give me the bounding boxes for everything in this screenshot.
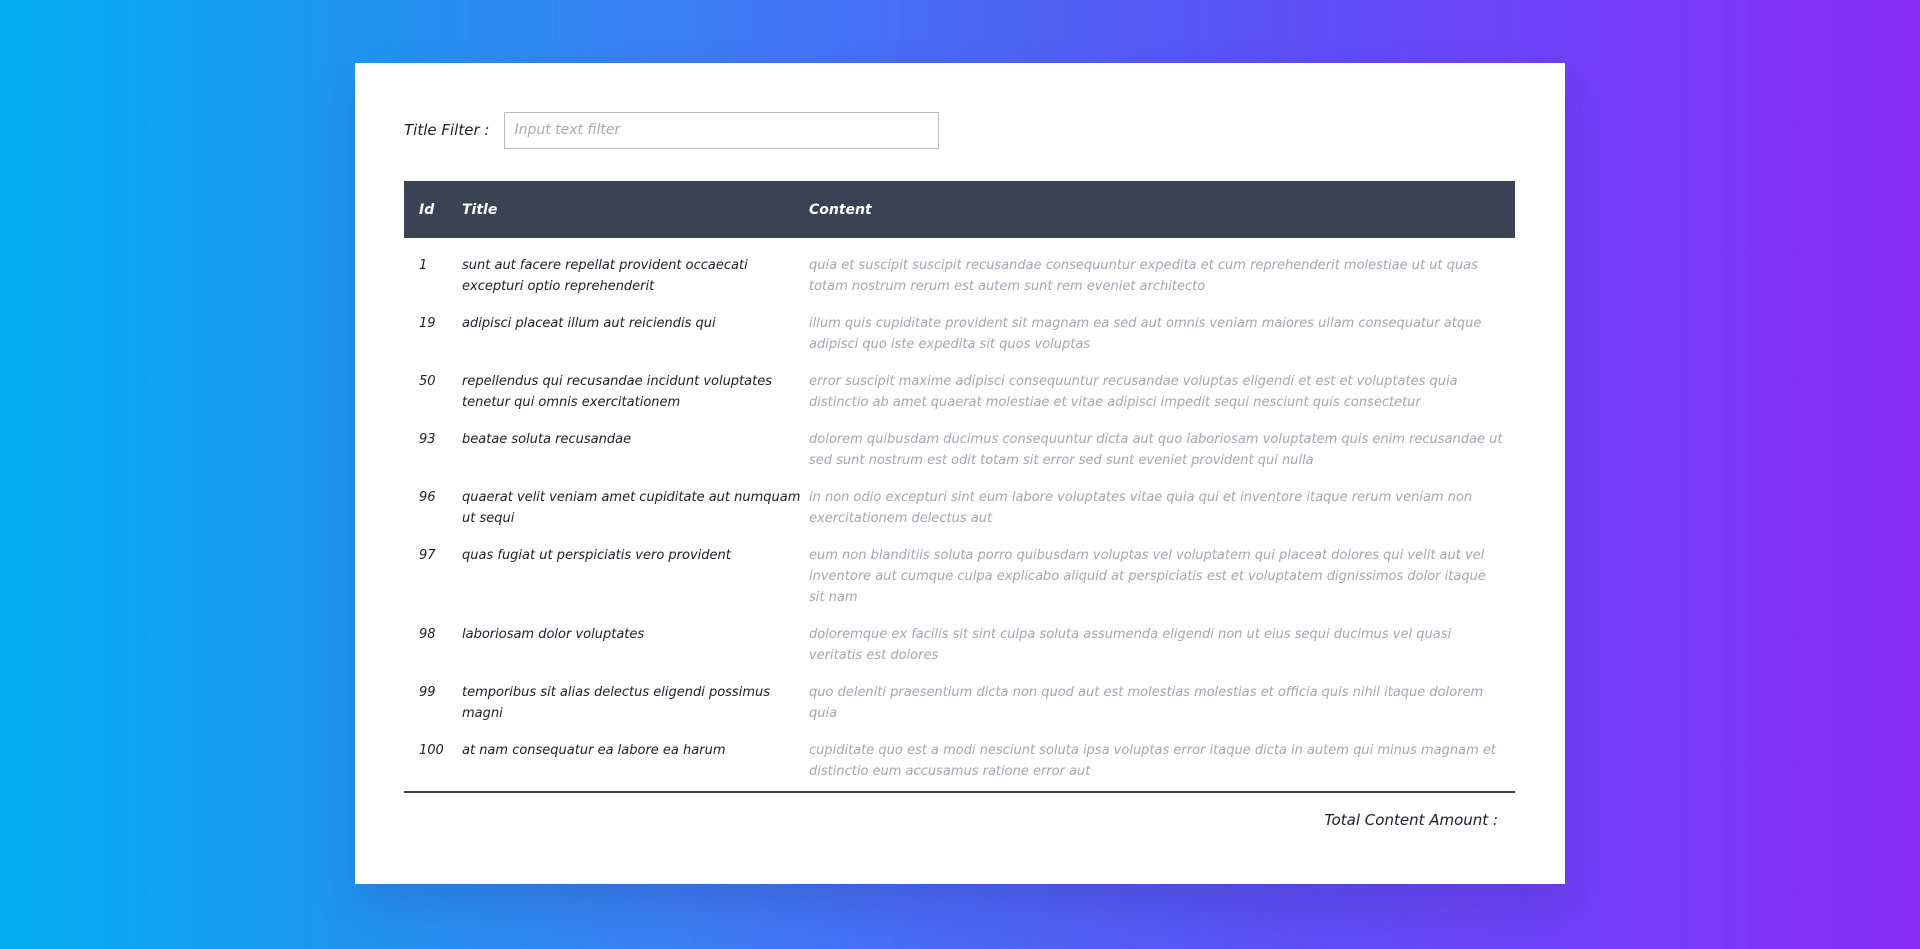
row-id-cell: 98 <box>419 627 436 642</box>
table-row[interactable]: 93 beatae soluta recusandae dolorem quibus… <box>404 429 1515 487</box>
posts-table: Id Title Content 1 sunt aut facere repell… <box>404 181 1515 798</box>
table-row[interactable]: 1 sunt aut facere repellat provident occa… <box>404 255 1515 313</box>
row-title-cell: beatae soluta recusandae <box>462 432 632 447</box>
table-row[interactable]: 99 temporibus sit alias delectus eligendi… <box>404 682 1515 740</box>
row-id-cell: 50 <box>419 374 436 389</box>
row-title-cell: sunt aut facere repellat provident occae… <box>462 258 748 294</box>
row-title-cell: temporibus sit alias delectus eligendi p… <box>462 685 770 721</box>
row-id-cell: 1 <box>419 258 428 273</box>
table-row[interactable]: 98 laboriosam dolor voluptates doloremque … <box>404 624 1515 682</box>
table-row[interactable]: 97 quas fugiat ut perspiciatis vero provi… <box>404 545 1515 624</box>
table-body: 1 sunt aut facere repellat provident occa… <box>404 238 1515 798</box>
row-id-cell: 97 <box>419 548 436 563</box>
row-id-cell: 100 <box>419 743 444 758</box>
title-filter-row: Title Filter : <box>404 111 940 149</box>
row-content-cell: eum non blanditiis soluta porro quibusda… <box>809 548 1486 605</box>
row-title-cell: laboriosam dolor voluptates <box>462 627 645 642</box>
row-content-cell: error suscipit maxime adipisci consequun… <box>809 374 1458 410</box>
row-content-cell: cupiditate quo est a modi nesciunt solut… <box>809 743 1496 779</box>
row-title-cell: repellendus qui recusandae incidunt volu… <box>462 374 772 410</box>
row-id-cell: 19 <box>419 316 436 331</box>
content-card: Title Filter : Id Title Content 1 sunt au… <box>355 63 1565 884</box>
row-id-cell: 93 <box>419 432 436 447</box>
column-header-id[interactable]: Id <box>404 181 462 238</box>
row-content-cell: dolorem quibusdam ducimus consequuntur d… <box>809 432 1503 468</box>
row-content-cell: quia et suscipit suscipit recusandae con… <box>809 258 1478 294</box>
row-content-cell: in non odio excepturi sint eum labore vo… <box>809 490 1473 526</box>
table-row[interactable]: 100 at nam consequatur ea labore ea harum… <box>404 740 1515 798</box>
title-filter-label: Title Filter : <box>404 121 490 139</box>
row-content-cell: quo deleniti praesentium dicta non quod … <box>809 685 1484 721</box>
row-content-cell: doloremque ex facilis sit sint culpa sol… <box>809 627 1452 663</box>
row-title-cell: adipisci placeat illum aut reiciendis qu… <box>462 316 716 331</box>
table-row[interactable]: 19 adipisci placeat illum aut reiciendis … <box>404 313 1515 371</box>
row-id-cell: 99 <box>419 685 436 700</box>
total-content-amount: Total Content Amount : <box>1324 811 1498 829</box>
table-row[interactable]: 96 quaerat velit veniam amet cupiditate a… <box>404 487 1515 545</box>
table-header-row: Id Title Content <box>404 181 1515 238</box>
row-title-cell: quas fugiat ut perspiciatis vero provide… <box>462 548 731 563</box>
table-spacer <box>404 238 1515 255</box>
table-divider <box>404 791 1515 793</box>
row-title-cell: at nam consequatur ea labore ea harum <box>462 743 726 758</box>
column-header-content[interactable]: Content <box>809 181 1515 238</box>
table-row[interactable]: 50 repellendus qui recusandae incidunt vo… <box>404 371 1515 429</box>
table-header: Id Title Content <box>404 181 1515 238</box>
row-title-cell: quaerat velit veniam amet cupiditate aut… <box>462 490 801 526</box>
column-header-title[interactable]: Title <box>462 181 809 238</box>
title-filter-input[interactable] <box>504 111 940 149</box>
row-id-cell: 96 <box>419 490 436 505</box>
row-content-cell: illum quis cupiditate provident sit magn… <box>809 316 1482 352</box>
